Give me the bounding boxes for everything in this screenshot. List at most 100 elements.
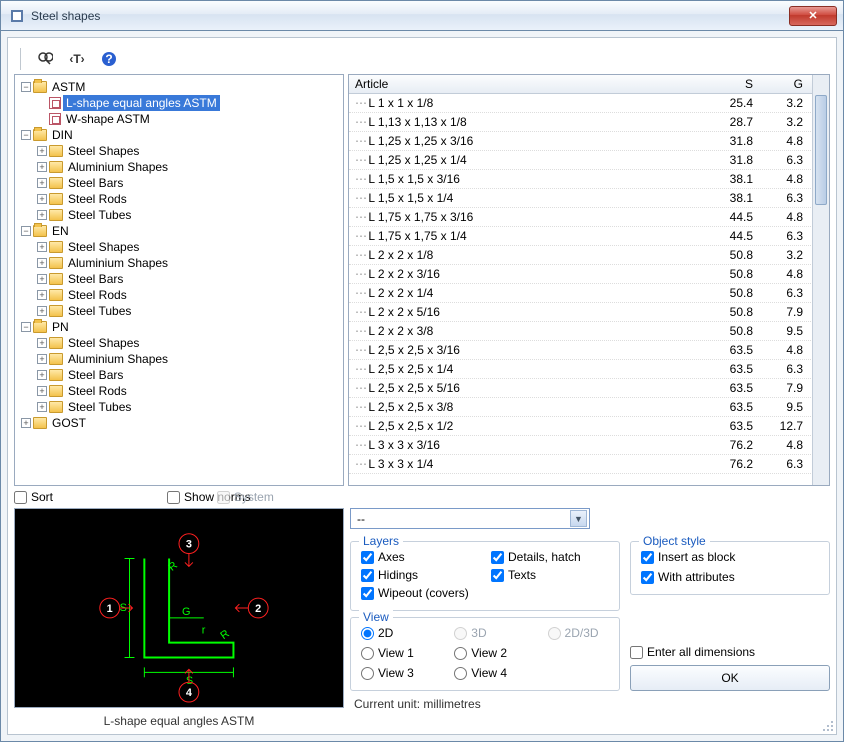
table-row[interactable]: L 2 x 2 x 3/16 50.8 4.8	[349, 265, 829, 284]
table-row[interactable]: L 1,5 x 1,5 x 1/4 38.1 6.3	[349, 189, 829, 208]
tree-node[interactable]: +Steel Tubes	[35, 399, 341, 415]
tree-node[interactable]: +Steel Bars	[35, 271, 341, 287]
text-tag-icon[interactable]: ‹T›	[68, 50, 86, 68]
scrollbar-thumb[interactable]	[815, 95, 827, 205]
chevron-down-icon: ▼	[570, 510, 587, 527]
tree-node[interactable]: +Aluminium Shapes	[35, 255, 341, 271]
table-row[interactable]: L 1,25 x 1,25 x 1/4 31.8 6.3	[349, 151, 829, 170]
table-row[interactable]: L 3 x 3 x 1/4 76.2 6.3	[349, 455, 829, 474]
ok-button[interactable]: OK	[630, 665, 830, 691]
table-row[interactable]: L 2 x 2 x 5/16 50.8 7.9	[349, 303, 829, 322]
category-tree[interactable]: −ASTML-shape equal angles ASTMW-shape AS…	[14, 74, 344, 486]
axes-checkbox[interactable]: Axes	[361, 550, 479, 564]
table-row[interactable]: L 2,5 x 2,5 x 5/16 63.5 7.9	[349, 379, 829, 398]
view-1-radio[interactable]: View 1	[361, 646, 424, 660]
expander-icon[interactable]: +	[37, 162, 47, 172]
wipeout-checkbox[interactable]: Wipeout (covers)	[361, 586, 479, 600]
tree-node[interactable]: −PN	[19, 319, 341, 335]
expander-icon[interactable]: +	[37, 194, 47, 204]
table-row[interactable]: L 2,5 x 2,5 x 1/4 63.5 6.3	[349, 360, 829, 379]
close-button[interactable]: ✕	[789, 6, 837, 26]
col-article[interactable]: Article	[349, 75, 699, 93]
texts-checkbox[interactable]: Texts	[491, 568, 609, 582]
cell-article: L 1 x 1 x 1/8	[349, 94, 699, 112]
find-icon[interactable]	[36, 50, 54, 68]
table-row[interactable]: L 3 x 3 x 3/16 76.2 4.8	[349, 436, 829, 455]
expander-icon[interactable]: +	[37, 402, 47, 412]
table-row[interactable]: L 1,5 x 1,5 x 3/16 38.1 4.8	[349, 170, 829, 189]
cell-s: 63.5	[699, 360, 759, 378]
tree-node[interactable]: +Steel Rods	[35, 383, 341, 399]
expander-icon[interactable]: +	[37, 210, 47, 220]
cell-s: 50.8	[699, 246, 759, 264]
with-attrs-checkbox[interactable]: With attributes	[641, 570, 819, 584]
table-row[interactable]: L 1,25 x 1,25 x 3/16 31.8 4.8	[349, 132, 829, 151]
tree-node[interactable]: +Steel Tubes	[35, 303, 341, 319]
expander-icon[interactable]: +	[37, 242, 47, 252]
expander-icon[interactable]: +	[37, 274, 47, 284]
expander-icon[interactable]: +	[21, 418, 31, 428]
expander-icon[interactable]: +	[37, 146, 47, 156]
tree-node[interactable]: +Steel Shapes	[35, 335, 341, 351]
expander-icon[interactable]: −	[21, 226, 31, 236]
table-row[interactable]: L 2 x 2 x 1/4 50.8 6.3	[349, 284, 829, 303]
tree-leaf[interactable]: W-shape ASTM	[35, 111, 341, 127]
titlebar[interactable]: Steel shapes ✕	[1, 1, 843, 31]
tree-node-astm[interactable]: −ASTM	[19, 79, 341, 95]
resize-grip-icon[interactable]	[820, 718, 834, 732]
view-4-radio[interactable]: View 4	[454, 666, 517, 680]
expander-icon[interactable]: +	[37, 386, 47, 396]
table-row[interactable]: L 2,5 x 2,5 x 3/8 63.5 9.5	[349, 398, 829, 417]
table-row[interactable]: L 1,75 x 1,75 x 1/4 44.5 6.3	[349, 227, 829, 246]
cell-g: 12.7	[759, 417, 809, 435]
view-3-radio[interactable]: View 3	[361, 666, 424, 680]
tree-node-gost[interactable]: +GOST	[19, 415, 341, 431]
tree-node[interactable]: +Aluminium Shapes	[35, 351, 341, 367]
table-row[interactable]: L 1,13 x 1,13 x 1/8 28.7 3.2	[349, 113, 829, 132]
sort-checkbox[interactable]: Sort	[14, 490, 53, 504]
tree-node[interactable]: +Steel Bars	[35, 367, 341, 383]
expander-icon[interactable]: +	[37, 178, 47, 188]
expander-icon[interactable]: +	[37, 338, 47, 348]
help-icon[interactable]: ?	[100, 50, 118, 68]
col-s[interactable]: S	[699, 75, 759, 93]
tree-node[interactable]: −DIN	[19, 127, 341, 143]
insert-block-checkbox[interactable]: Insert as block	[641, 550, 819, 564]
view-2d-radio[interactable]: 2D	[361, 626, 424, 640]
table-scrollbar[interactable]	[812, 75, 829, 485]
table-row[interactable]: L 2 x 2 x 1/8 50.8 3.2	[349, 246, 829, 265]
folder-icon	[49, 257, 63, 269]
tree-node[interactable]: +Steel Rods	[35, 191, 341, 207]
tree-node[interactable]: +Aluminium Shapes	[35, 159, 341, 175]
table-row[interactable]: L 1,75 x 1,75 x 3/16 44.5 4.8	[349, 208, 829, 227]
article-table[interactable]: Article S G L 1 x 1 x 1/8 25.4 3.2 L 1,1…	[348, 74, 830, 486]
cell-g: 4.8	[759, 170, 809, 188]
expander-icon[interactable]: +	[37, 306, 47, 316]
expander-icon[interactable]: −	[21, 82, 31, 92]
tree-node[interactable]: +Steel Bars	[35, 175, 341, 191]
tree-node[interactable]: −EN	[19, 223, 341, 239]
expander-icon[interactable]: −	[21, 322, 31, 332]
system-dropdown[interactable]: -- ▼	[350, 508, 590, 529]
tree-node[interactable]: +Steel Shapes	[35, 239, 341, 255]
table-row[interactable]: L 2 x 2 x 3/8 50.8 9.5	[349, 322, 829, 341]
table-row[interactable]: L 2,5 x 2,5 x 1/2 63.5 12.7	[349, 417, 829, 436]
tree-node[interactable]: +Steel Tubes	[35, 207, 341, 223]
folder-icon	[49, 273, 63, 285]
hidings-checkbox[interactable]: Hidings	[361, 568, 479, 582]
col-g[interactable]: G	[759, 75, 809, 93]
expander-icon[interactable]: +	[37, 258, 47, 268]
table-row[interactable]: L 2,5 x 2,5 x 3/16 63.5 4.8	[349, 341, 829, 360]
expander-icon[interactable]: +	[37, 290, 47, 300]
expander-icon[interactable]: +	[37, 370, 47, 380]
view-2-radio[interactable]: View 2	[454, 646, 517, 660]
tree-leaf[interactable]: L-shape equal angles ASTM	[35, 95, 341, 111]
tree-node[interactable]: +Steel Rods	[35, 287, 341, 303]
enter-dims-checkbox[interactable]: Enter all dimensions	[630, 645, 830, 659]
table-row[interactable]: L 1 x 1 x 1/8 25.4 3.2	[349, 94, 829, 113]
tree-node[interactable]: +Steel Shapes	[35, 143, 341, 159]
cell-g: 4.8	[759, 436, 809, 454]
details-checkbox[interactable]: Details, hatch	[491, 550, 609, 564]
expander-icon[interactable]: +	[37, 354, 47, 364]
expander-icon[interactable]: −	[21, 130, 31, 140]
